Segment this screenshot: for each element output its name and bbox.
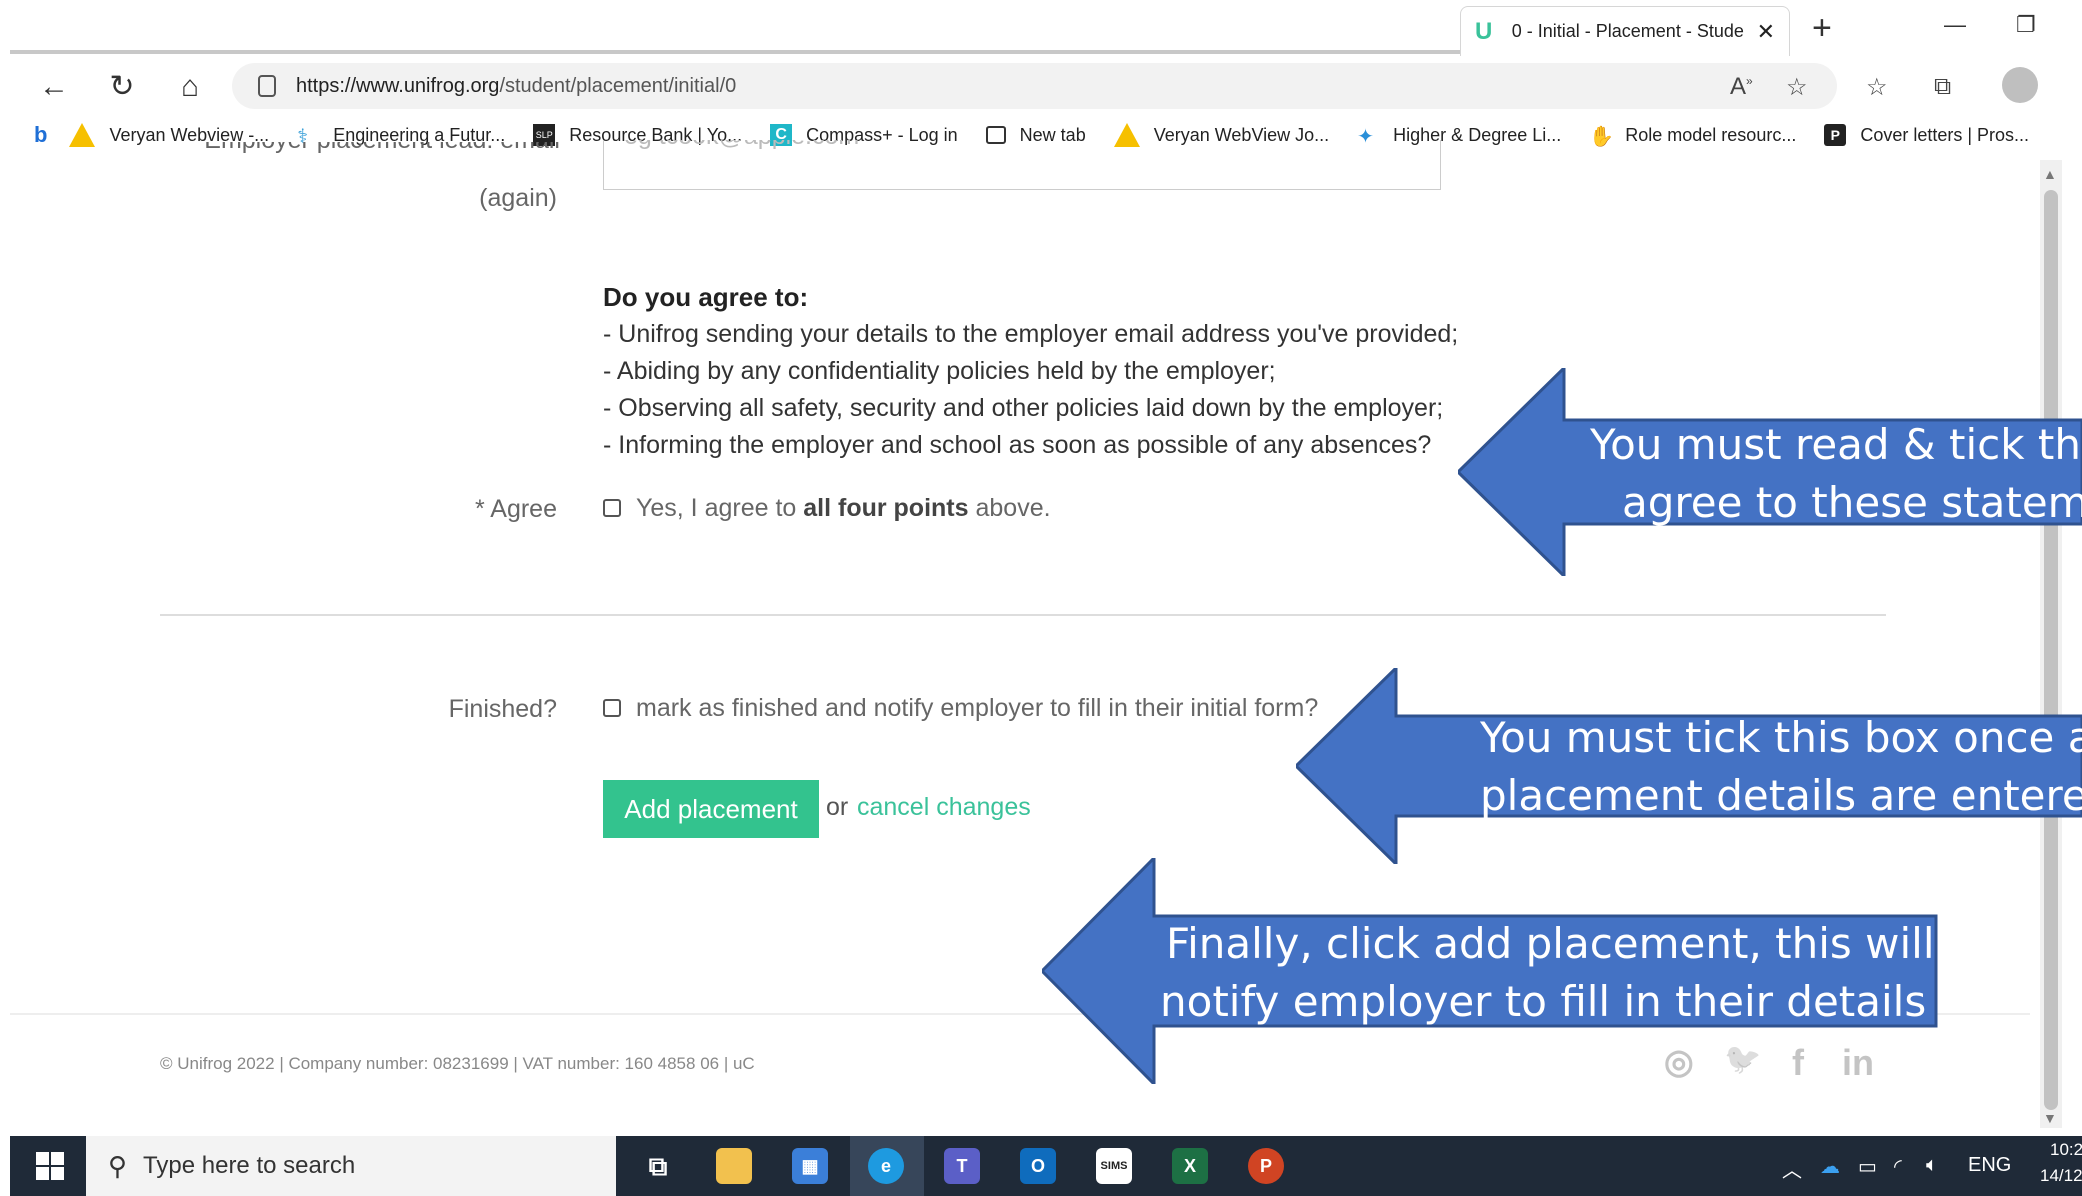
tab-title: 0 - Initial - Placement - Stude [1511, 21, 1744, 41]
finished-checkbox-label[interactable]: mark as finished and notify employer to … [636, 694, 1318, 723]
unifrog-favicon-icon: U [1475, 17, 1493, 45]
prospects-icon: P [1824, 124, 1847, 146]
scroll-down-icon[interactable]: ▼ [2043, 1110, 2057, 1126]
tray-chevron-icon[interactable]: ︿ [1782, 1154, 1802, 1183]
agree-label: * Agree [474, 495, 557, 523]
back-arrow-icon[interactable]: ← [34, 67, 74, 107]
refresh-icon[interactable]: ↻ [102, 67, 142, 107]
scroll-up-icon[interactable]: ▲ [2043, 166, 2057, 182]
tabstrip-divider [10, 50, 1460, 54]
bookmark-item[interactable]: ✋ Role model resourc... [1589, 124, 1797, 149]
callout-add-line2: notify employer to fill in their details [1160, 977, 1927, 1026]
favorites-icon[interactable]: ☆ [1866, 73, 1888, 102]
outlook-icon[interactable]: O [1020, 1148, 1056, 1184]
callout-finished-line2: placement details are entered [1480, 771, 2082, 820]
callout-add-line1: Finally, click add placement, this will [1166, 919, 1935, 968]
triangle-icon [69, 123, 96, 147]
file-explorer-icon[interactable] [716, 1148, 752, 1184]
microsoft-store-icon[interactable]: ▦ [792, 1148, 828, 1184]
agree-text-post: above. [968, 494, 1051, 522]
agree-text-pre: Yes, I agree to [636, 494, 804, 522]
scroll-thumb[interactable] [2044, 190, 2058, 1110]
url-path: /student/placement/initial/0 [499, 74, 737, 97]
excel-icon[interactable]: X [1172, 1148, 1208, 1184]
email-again-field[interactable]: eg tcook@apple.com [603, 140, 1441, 190]
bing-icon[interactable]: b [34, 122, 47, 148]
email-again-label-bottom: (again) [479, 184, 557, 212]
hands-icon: ✋ [1589, 126, 1615, 148]
lock-icon [258, 75, 276, 97]
bookmark-item[interactable]: P Cover letters | Pros... [1824, 124, 2029, 146]
battery-icon[interactable]: ▭ [1858, 1154, 1877, 1179]
finished-label: Finished? [448, 695, 557, 723]
screen: U 0 - Initial - Placement - Stude ✕ + — … [0, 0, 2082, 1196]
agree-point: - Observing all safety, security and oth… [603, 394, 1444, 422]
sims-icon[interactable]: SIMS [1096, 1148, 1132, 1184]
callout-agree-line2: agree to these statements [1622, 478, 2082, 527]
page-scrollbar[interactable]: ▲ ▼ [2040, 160, 2062, 1128]
clock-date[interactable]: 14/12/ [2040, 1166, 2082, 1186]
tab-strip: U 0 - Initial - Placement - Stude ✕ + — … [0, 0, 2082, 57]
footer-text: © Unifrog 2022 | Company number: 0823169… [160, 1054, 755, 1073]
agree-checkbox[interactable] [603, 499, 621, 517]
callout-finished-line1: You must tick this box once all [1480, 713, 2082, 762]
cancel-changes-link[interactable]: cancel changes [857, 793, 1031, 822]
agree-checkbox-label[interactable]: Yes, I agree to all four points above. [636, 494, 1051, 523]
home-icon[interactable]: ⌂ [170, 67, 210, 107]
volume-icon[interactable]: 🔈︎ [1926, 1154, 1938, 1177]
language-indicator[interactable]: ENG [1968, 1154, 2011, 1177]
address-bar-row: ← ↻ ⌂ https://www.unifrog.org/student/pl… [0, 57, 2082, 115]
search-icon: ⚲ [108, 1150, 128, 1181]
url-input[interactable]: https://www.unifrog.org/student/placemen… [232, 63, 1837, 109]
minimize-icon[interactable]: — [1944, 12, 1966, 38]
add-favorite-icon[interactable]: ☆ [1786, 73, 1808, 102]
section-divider [160, 614, 1886, 616]
url-domain: https://www.unifrog.org [296, 74, 500, 97]
add-placement-button[interactable]: Add placement [603, 780, 819, 838]
new-tab-icon[interactable]: + [1812, 8, 1832, 48]
callout-agree-line1: You must read & tick that you [1590, 420, 2082, 469]
wifi-icon[interactable]: ◜ [1894, 1154, 1902, 1179]
task-view-icon[interactable]: ⧉ [640, 1148, 676, 1184]
agree-point: - Abiding by any confidentiality policie… [603, 357, 1276, 385]
restore-window-icon[interactable]: ❐ [2016, 12, 2036, 38]
email-placeholder: eg tcook@apple.com [624, 140, 859, 150]
windows-start-icon[interactable] [36, 1152, 64, 1180]
read-aloud-icon[interactable]: A» [1730, 73, 1753, 101]
bookmark-label: Role model resourc... [1625, 124, 1797, 145]
browser-tab-active[interactable]: U 0 - Initial - Placement - Stude ✕ [1460, 6, 1790, 56]
agree-heading: Do you agree to: [603, 282, 809, 312]
email-again-label-top: Employer placement lead: email [160, 142, 560, 172]
agree-point: - Unifrog sending your details to the em… [603, 320, 1459, 348]
agree-point: - Informing the employer and school as s… [603, 431, 1432, 459]
taskbar-search-placeholder: Type here to search [143, 1152, 356, 1179]
edge-browser-icon[interactable]: e [868, 1148, 904, 1184]
onedrive-icon[interactable]: ☁ [1820, 1154, 1840, 1179]
collections-icon[interactable]: ⧉ [1934, 73, 1951, 101]
windows-taskbar: ⚲ Type here to search ⧉ ▦ e T O SIMS X P… [10, 1136, 2082, 1196]
or-text: or [826, 793, 849, 821]
bookmark-label: Cover letters | Pros... [1860, 124, 2030, 145]
finished-checkbox[interactable] [603, 699, 621, 717]
close-tab-icon[interactable]: ✕ [1757, 19, 1775, 45]
taskbar-search-input[interactable]: ⚲ Type here to search [86, 1136, 616, 1196]
profile-avatar[interactable] [2002, 67, 2038, 103]
teams-icon[interactable]: T [944, 1148, 980, 1184]
clock-time[interactable]: 10:2 [2050, 1140, 2082, 1160]
agree-text-bold: all four points [803, 494, 969, 522]
powerpoint-icon[interactable]: P [1248, 1148, 1284, 1184]
